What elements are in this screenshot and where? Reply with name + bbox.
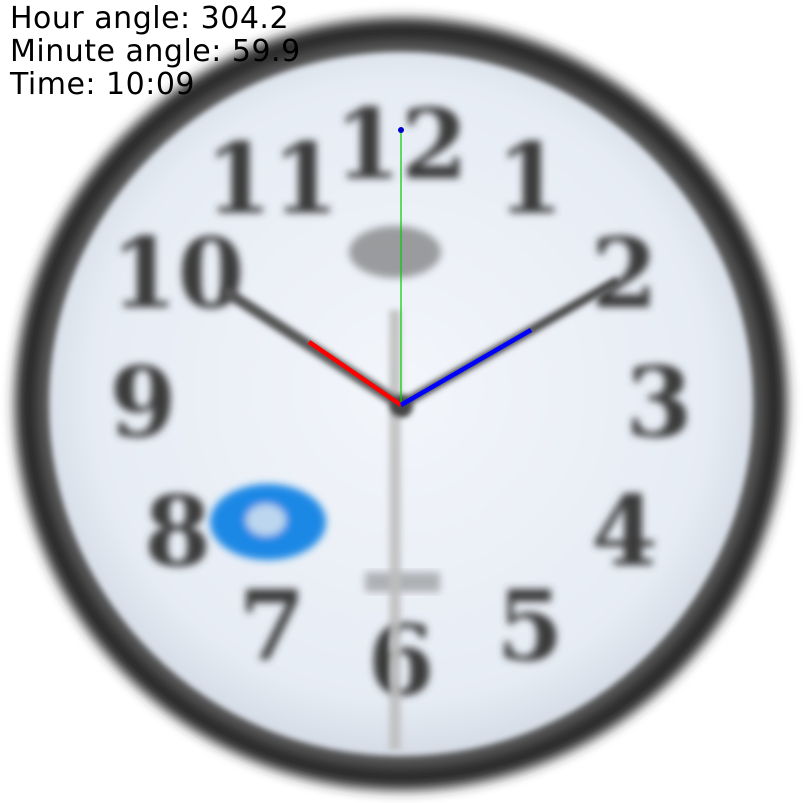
minute-angle-label: Minute angle: 59.9 [10, 34, 301, 69]
numeral-3: 3 [626, 346, 693, 459]
numeral-9: 9 [110, 346, 177, 459]
time-label: Time: 10:09 [10, 67, 196, 102]
numeral-2: 2 [591, 217, 658, 330]
numeral-11: 11 [205, 123, 339, 236]
numeral-7: 7 [239, 569, 306, 682]
clock-svg: 121234567891011 [15, 18, 787, 790]
reference-dot [398, 127, 404, 133]
logo-badge-icon [210, 484, 326, 560]
numeral-5: 5 [497, 569, 564, 682]
numeral-1: 1 [497, 123, 564, 236]
numeral-4: 4 [591, 475, 658, 588]
numeral-8: 8 [144, 475, 211, 588]
clock-photo: 121234567891011 [0, 0, 803, 803]
angle-readout: Hour angle: 304.2 Minute angle: 59.9 Tim… [10, 2, 301, 101]
hour-angle-label: Hour angle: 304.2 [10, 1, 290, 36]
brand-text [365, 572, 440, 592]
brand-logo [349, 226, 441, 278]
second-hand [389, 310, 401, 750]
